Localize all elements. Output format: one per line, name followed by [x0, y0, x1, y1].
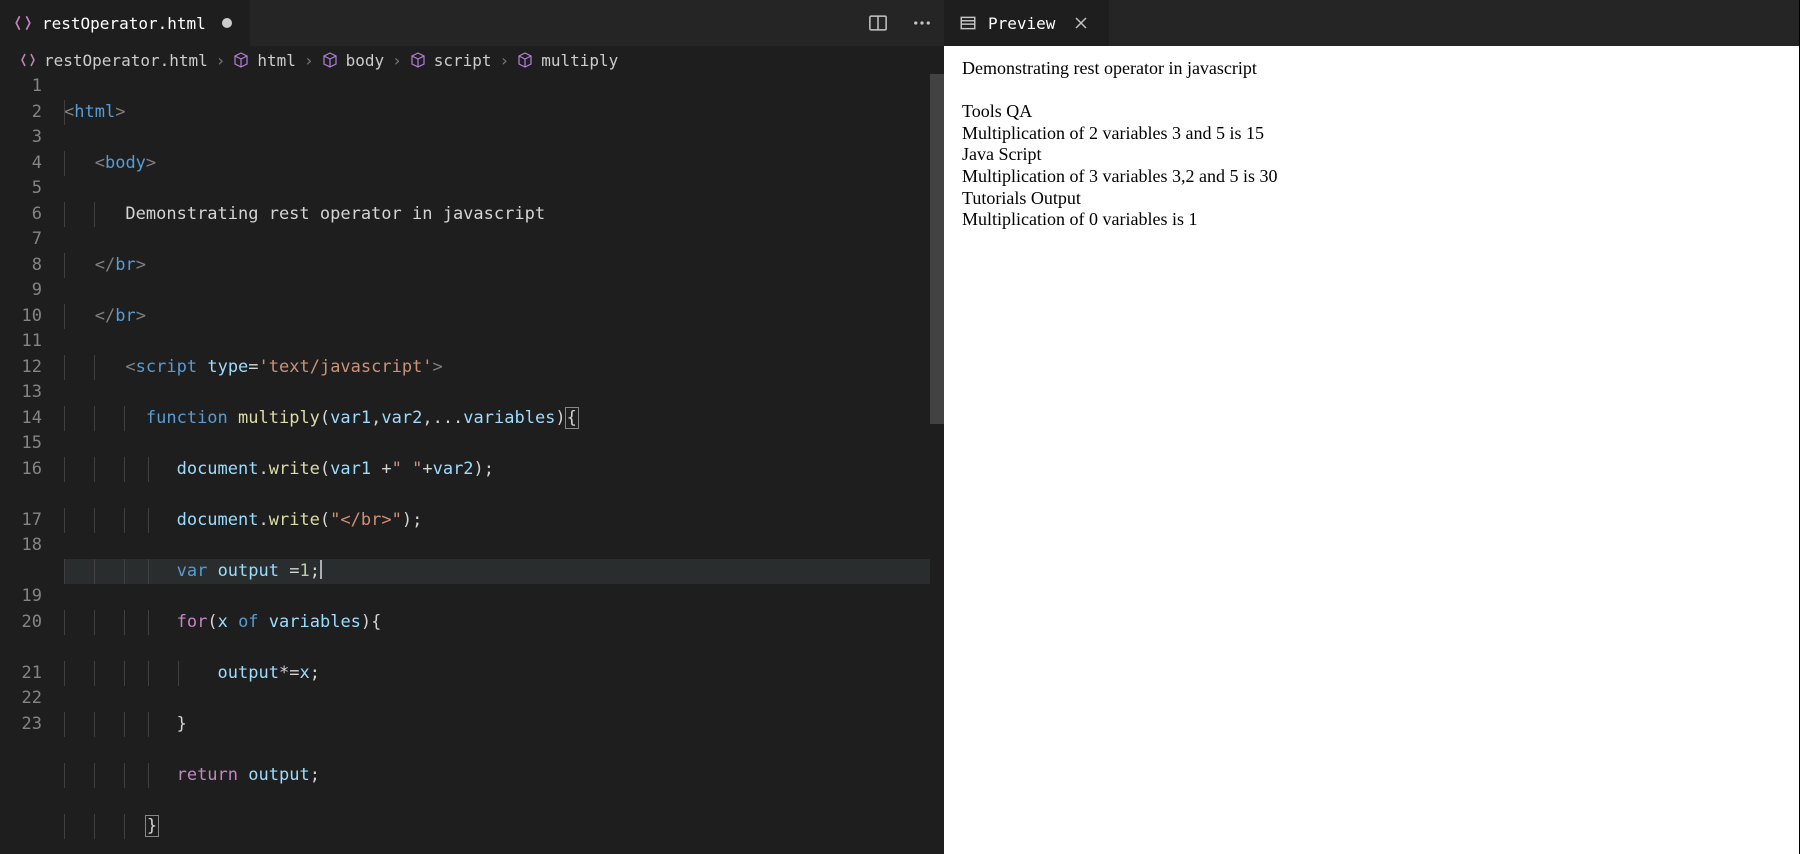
close-icon[interactable] — [1071, 13, 1091, 33]
editor-pane: restOperator.html restOperator.html › ht… — [0, 0, 944, 854]
scrollbar-vertical[interactable] — [930, 74, 944, 854]
preview-tab[interactable]: Preview — [944, 0, 1109, 46]
code-editor[interactable]: 1 2 3 4 5 6 7 8 9 10 11 12 13 14 15 16 1… — [0, 74, 944, 854]
cursor-icon — [320, 560, 322, 579]
tab-bar: restOperator.html — [0, 0, 944, 46]
breadcrumb[interactable]: restOperator.html › html › body › script… — [0, 46, 944, 74]
split-editor-icon[interactable] — [868, 13, 888, 33]
breadcrumb-html[interactable]: html — [257, 51, 296, 70]
preview-line: Tutorials Output — [962, 188, 1782, 210]
chevron-right-icon: › — [392, 51, 402, 70]
file-tab[interactable]: restOperator.html — [0, 0, 250, 46]
line-number: 11 — [0, 329, 42, 355]
line-number — [0, 635, 42, 661]
preview-line — [962, 80, 1782, 102]
preview-line: Tools QA — [962, 101, 1782, 123]
breadcrumb-body[interactable]: body — [346, 51, 385, 70]
line-number: 13 — [0, 380, 42, 406]
line-number: 9 — [0, 278, 42, 304]
cube-icon — [517, 52, 533, 68]
code-content[interactable]: <html> <body> Demonstrating rest operato… — [64, 74, 944, 854]
preview-icon — [958, 13, 978, 33]
line-number: 19 — [0, 584, 42, 610]
scrollbar-thumb[interactable] — [930, 74, 944, 424]
line-number: 22 — [0, 686, 42, 712]
line-number: 12 — [0, 355, 42, 381]
cube-icon — [233, 52, 249, 68]
cube-icon — [410, 52, 426, 68]
file-braces-icon — [14, 14, 32, 32]
line-number: 18 — [0, 533, 42, 559]
line-number: 14 — [0, 406, 42, 432]
file-braces-icon — [20, 52, 36, 68]
breadcrumb-script[interactable]: script — [434, 51, 492, 70]
preview-line: Multiplication of 3 variables 3,2 and 5 … — [962, 166, 1782, 188]
breadcrumb-file[interactable]: restOperator.html — [44, 51, 208, 70]
line-number: 10 — [0, 304, 42, 330]
line-number: 5 — [0, 176, 42, 202]
line-number: 6 — [0, 202, 42, 228]
line-number: 3 — [0, 125, 42, 151]
preview-tab-bar: Preview — [944, 0, 1800, 46]
line-number — [0, 559, 42, 585]
preview-line: Java Script — [962, 144, 1782, 166]
line-number: 21 — [0, 661, 42, 687]
line-number: 15 — [0, 431, 42, 457]
preview-content: Demonstrating rest operator in javascrip… — [944, 46, 1800, 854]
line-number: 2 — [0, 100, 42, 126]
more-actions-icon[interactable] — [912, 13, 932, 33]
preview-tab-title: Preview — [988, 14, 1055, 33]
breadcrumb-multiply[interactable]: multiply — [541, 51, 618, 70]
line-number — [0, 482, 42, 508]
line-number: 17 — [0, 508, 42, 534]
tab-filename: restOperator.html — [42, 14, 206, 33]
line-number: 7 — [0, 227, 42, 253]
chevron-right-icon: › — [304, 51, 314, 70]
line-number: 16 — [0, 457, 42, 483]
preview-line: Multiplication of 0 variables is 1 — [962, 209, 1782, 231]
dirty-indicator-icon — [222, 18, 232, 28]
cube-icon — [322, 52, 338, 68]
preview-line: Demonstrating rest operator in javascrip… — [962, 58, 1782, 80]
line-number: 4 — [0, 151, 42, 177]
line-number: 8 — [0, 253, 42, 279]
line-number: 1 — [0, 74, 42, 100]
preview-line: Multiplication of 2 variables 3 and 5 is… — [962, 123, 1782, 145]
gutter: 1 2 3 4 5 6 7 8 9 10 11 12 13 14 15 16 1… — [0, 74, 64, 854]
line-number: 23 — [0, 712, 42, 738]
tab-actions — [868, 13, 932, 33]
chevron-right-icon: › — [216, 51, 226, 70]
chevron-right-icon: › — [500, 51, 510, 70]
preview-pane: Preview Demonstrating rest operator in j… — [944, 0, 1800, 854]
line-number: 20 — [0, 610, 42, 636]
